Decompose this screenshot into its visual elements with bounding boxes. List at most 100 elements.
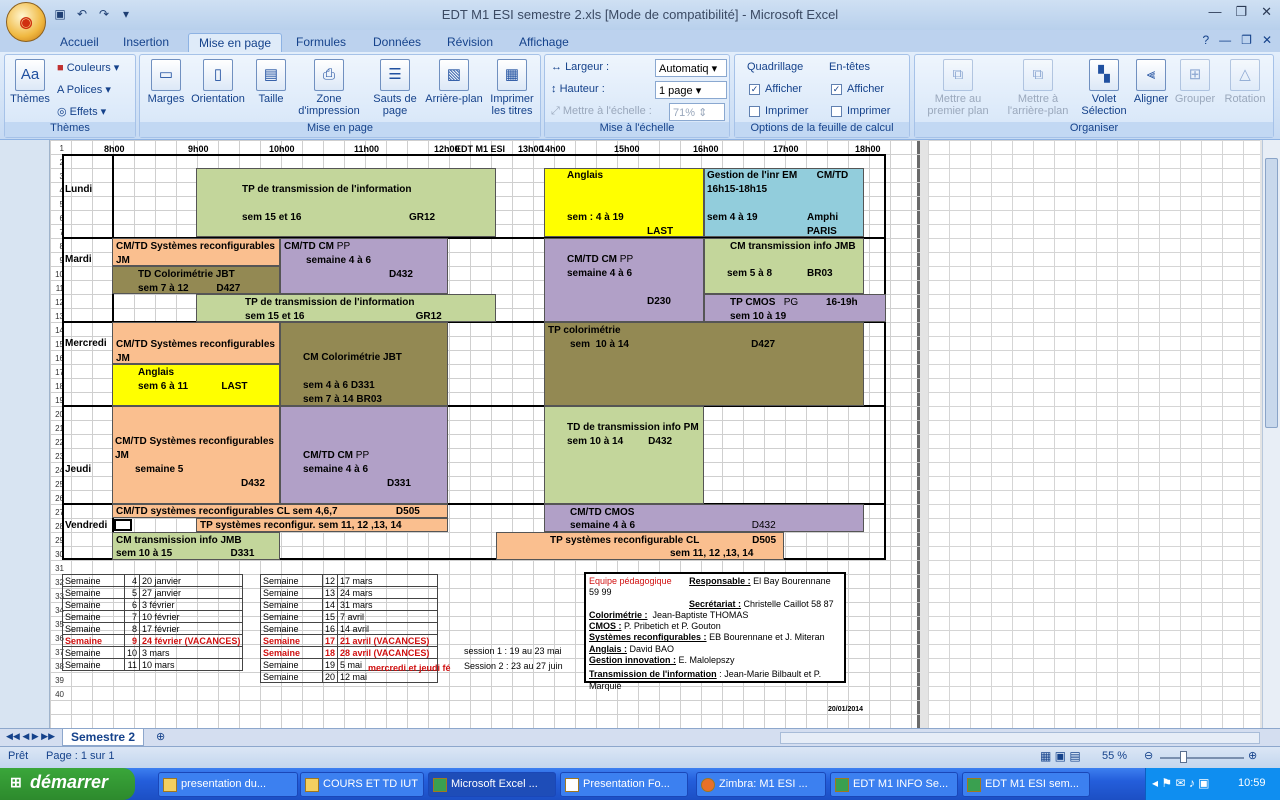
entetes-afficher[interactable]: ✓ Afficher	[831, 83, 884, 95]
course-block[interactable]: CM/TD CM PP semaine 4 à 6 D230	[544, 238, 704, 322]
task-item[interactable]: Zimbra: M1 ESI ...	[696, 772, 826, 797]
calendar-cell[interactable]: 21 avril (VACANCES)	[337, 634, 439, 647]
calendar-cell[interactable]: 24 mars	[337, 586, 439, 599]
calendar-cell[interactable]: 13	[321, 586, 339, 599]
calendar-cell[interactable]: Semaine	[62, 634, 125, 647]
calendar-cell[interactable]: Semaine	[260, 622, 323, 635]
zoom-level[interactable]: 55 %	[1102, 750, 1127, 762]
calendar-cell[interactable]: 8	[123, 622, 141, 635]
help-icon[interactable]: ?	[1202, 33, 1209, 47]
sheet-area[interactable]: 1 2 3 4 5 6 7 8 9 10 11 12 13 14 15 16 17 18 19 20 21 22 23 24 2…	[0, 140, 1280, 728]
course-block[interactable]: CM/TD systèmes reconfigurables CL sem 4,…	[112, 504, 448, 518]
effets-button[interactable]: ◎ Effets ▾	[57, 105, 106, 118]
course-block[interactable]: CM/TD CMOS semaine 4 à 6 D432	[544, 504, 864, 532]
calendar-cell[interactable]: Semaine	[62, 646, 125, 659]
calendar-cell[interactable]: 12	[321, 574, 339, 587]
calendar-cell[interactable]: 20 janvier	[139, 574, 244, 587]
hauteur-select[interactable]: 1 page ▾	[655, 81, 727, 99]
calendar-cell[interactable]: 6	[123, 598, 141, 611]
calendar-cell[interactable]: Semaine	[62, 658, 125, 671]
calendar-cell[interactable]: Semaine	[260, 634, 323, 647]
calendar-cell[interactable]: Semaine	[260, 646, 323, 659]
quadrillage-afficher[interactable]: ✓ Afficher	[749, 83, 802, 95]
task-item[interactable]: COURS ET TD IUT	[300, 772, 424, 797]
row-number[interactable]: 40	[50, 688, 64, 702]
entetes-imprimer[interactable]: Imprimer	[831, 105, 890, 117]
calendar-cell[interactable]: Semaine	[62, 622, 125, 635]
calendar-cell[interactable]: 10 mars	[139, 658, 244, 671]
calendar-cell[interactable]: Semaine	[260, 598, 323, 611]
course-block[interactable]: TP CMOS PG 16-19h sem 10 à 19 D505	[704, 294, 886, 322]
start-button[interactable]: ⊞ démarrer	[0, 768, 135, 800]
course-block[interactable]: CM/TD CM PP semaine 4 à 6 D432	[280, 238, 448, 294]
minimize-icon[interactable]: —	[1208, 4, 1221, 20]
calendar-cell[interactable]: 7	[123, 610, 141, 623]
premier-plan-button[interactable]: ⧉ Mettre au premier plan	[919, 59, 997, 117]
calendar-cell[interactable]: 10 février	[139, 610, 244, 623]
course-block[interactable]: CM/TD Systèmes reconfigurables JM semain…	[112, 322, 280, 364]
tray-icons[interactable]: ◂ ⚑ ✉ ♪ ▣	[1152, 776, 1210, 790]
tab-accueil[interactable]: Accueil	[50, 33, 109, 52]
calendar-cell[interactable]: Semaine	[260, 658, 323, 671]
calendar-cell[interactable]: 10	[123, 646, 141, 659]
course-block[interactable]: CM/TD CM PP semaine 4 à 6 D331	[280, 406, 448, 504]
taille-button[interactable]: ▤ Taille	[252, 59, 290, 105]
page-layout-view[interactable]: 1 2 3 4 5 6 7 8 9 10 11 12 13 14 15 16 17 18 19 20 21 22 23 24 2…	[50, 140, 920, 728]
arriere-plan-order-button[interactable]: ⧉ Mettre à l'arrière-plan	[999, 59, 1077, 117]
mettre-echelle-input[interactable]: 71% ⇕	[669, 103, 725, 121]
calendar-cell[interactable]: 15	[321, 610, 339, 623]
office-button[interactable]: ◉	[6, 2, 46, 42]
calendar-cell[interactable]: Semaine	[260, 574, 323, 587]
tab-insertion[interactable]: Insertion	[113, 33, 179, 52]
course-block[interactable]: TP colorimétrie sem 10 à 14 D427	[544, 322, 864, 406]
polices-button[interactable]: A Polices ▾	[57, 83, 111, 96]
ribbon-close-icon[interactable]: ✕	[1262, 33, 1272, 47]
selected-cell[interactable]	[114, 519, 132, 531]
sheet-nav-icons[interactable]: ◀◀ ◀ ▶ ▶▶	[6, 731, 55, 742]
course-block[interactable]: CM transmission info JMB sem 5 à 8 BR03	[704, 238, 864, 294]
next-page-area[interactable]	[928, 140, 1260, 728]
maximize-icon[interactable]: ❐	[1235, 4, 1247, 20]
orientation-button[interactable]: ▯ Orientation	[188, 59, 248, 105]
calendar-cell[interactable]: 19	[321, 658, 339, 671]
tab-affichage[interactable]: Affichage	[509, 33, 579, 52]
calendar-cell[interactable]: 11	[123, 658, 141, 671]
close-icon[interactable]: ✕	[1261, 4, 1272, 20]
row-number[interactable]: 39	[50, 674, 64, 688]
calendar-cell[interactable]: 28 avril (VACANCES)	[337, 646, 439, 659]
zoom-in-icon[interactable]: ⊕	[1248, 749, 1257, 762]
calendar-cell[interactable]: 3 mars	[139, 646, 244, 659]
course-block[interactable]: CM/TD Systèmes reconfigurables JM semain…	[112, 406, 280, 504]
zoom-slider[interactable]	[1160, 757, 1244, 759]
calendar-cell[interactable]: Semaine	[62, 574, 125, 587]
tab-mise-en-page[interactable]: Mise en page	[188, 33, 283, 52]
zoom-out-icon[interactable]: ⊖	[1144, 749, 1153, 762]
calendar-cell[interactable]: 9	[123, 634, 141, 647]
themes-button[interactable]: Aa Thèmes	[9, 59, 51, 105]
calendar-cell[interactable]: Semaine	[260, 610, 323, 623]
largeur-select[interactable]: Automatiq ▾	[655, 59, 727, 77]
imprimer-titres-button[interactable]: ▦ Imprimer les titres	[486, 59, 538, 117]
calendar-cell[interactable]: 27 janvier	[139, 586, 244, 599]
calendar-cell[interactable]: Semaine	[62, 610, 125, 623]
tab-revision[interactable]: Révision	[437, 33, 503, 52]
course-block[interactable]: Gestion de l'inr EM CM/TD 16h15-18h15 se…	[704, 168, 864, 237]
calendar-cell[interactable]: 18	[321, 646, 339, 659]
aligner-button[interactable]: ⫷ Aligner	[1129, 59, 1173, 105]
sauts-button[interactable]: ☰ Sauts de page	[370, 59, 420, 117]
course-block[interactable]: Anglais sem : 4 à 19 LAST	[544, 168, 704, 237]
task-item[interactable]: Microsoft Excel ...	[428, 772, 556, 797]
course-block[interactable]: TP systèmes reconfigurable CL D505 sem 1…	[496, 532, 784, 560]
tab-formules[interactable]: Formules	[286, 33, 356, 52]
course-block[interactable]: CM transmission info JMB sem 10 à 15 D33…	[112, 532, 280, 560]
calendar-cell[interactable]: 14 avril	[337, 622, 439, 635]
calendar-cell[interactable]: 7 avril	[337, 610, 439, 623]
calendar-cell[interactable]: Semaine	[62, 586, 125, 599]
arriere-plan-button[interactable]: ▧ Arrière-plan	[422, 59, 486, 105]
view-buttons[interactable]: ▦ ▣ ▤	[1040, 749, 1081, 763]
sheet-tab-semestre-2[interactable]: Semestre 2	[62, 729, 145, 746]
calendar-cell[interactable]: 20	[321, 670, 339, 683]
course-block[interactable]: CM Colorimétrie JBT sem 4 à 6 D331 sem 7…	[280, 322, 448, 406]
calendar-cell[interactable]: 17	[321, 634, 339, 647]
vertical-scrollbar[interactable]	[1262, 140, 1280, 728]
